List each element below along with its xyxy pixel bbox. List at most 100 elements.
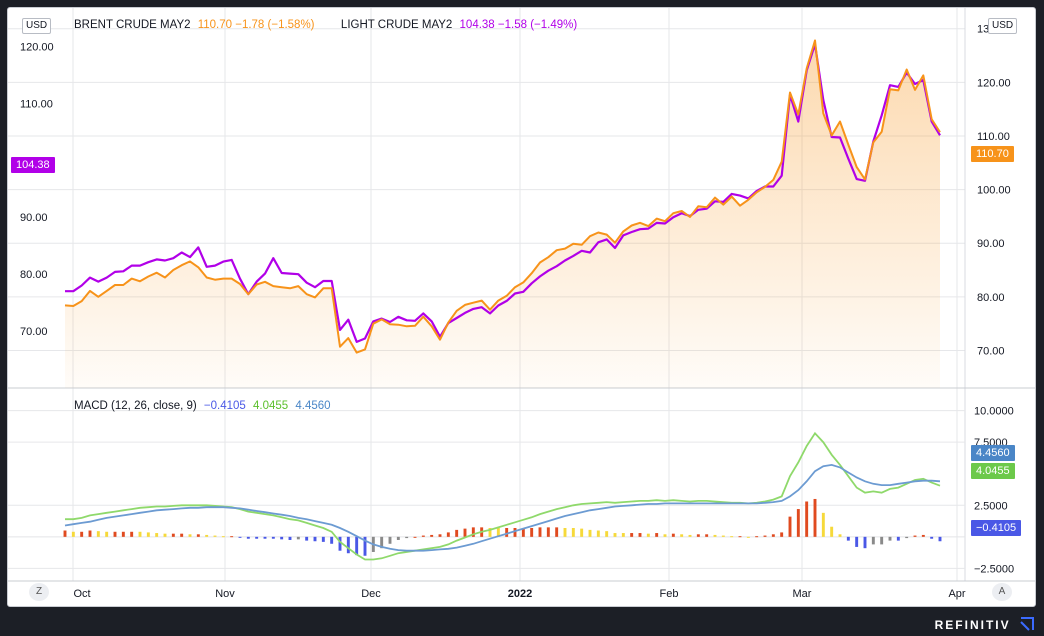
- macd-hist-bar: [738, 536, 742, 538]
- macd-axis-tick: −2.5000: [974, 563, 1014, 575]
- legend-light-values: 104.38 −1.58 (−1.49%): [459, 19, 578, 31]
- macd-axis-tick: 10.0000: [974, 406, 1014, 418]
- macd-hist-bar: [821, 512, 825, 537]
- macd-hist-bar: [413, 536, 417, 538]
- macd-hist-bar: [330, 536, 334, 544]
- macd-hist-bar: [613, 533, 617, 537]
- macd-hist-bar: [246, 536, 250, 539]
- macd-legend-label: MACD (12, 26, close, 9): [74, 400, 197, 412]
- signal-line: [64, 463, 941, 552]
- macd-hist-bar: [463, 528, 467, 537]
- macd-hist-bar: [805, 501, 809, 537]
- macd-hist-bar: [688, 534, 692, 537]
- macd-hist-bar: [71, 531, 75, 537]
- macd-hist-bar: [88, 530, 92, 537]
- macd-hist-bar: [846, 536, 850, 541]
- macd-hist-bar: [388, 536, 392, 544]
- macd-hist-bar: [205, 534, 209, 537]
- x-axis-tick: 2022: [508, 588, 532, 600]
- macd-hist-bar: [180, 533, 184, 537]
- x-axis-tick: Feb: [660, 588, 679, 600]
- macd-hist-bar: [163, 533, 167, 537]
- macd-hist-bar: [455, 529, 459, 537]
- macd-hist-bar: [155, 533, 159, 537]
- macd-hist-bar: [530, 527, 534, 537]
- macd-hist-bar: [255, 536, 259, 539]
- macd-hist-bar: [721, 535, 725, 537]
- macd-hist-bar: [305, 536, 309, 541]
- macd-hist-bar: [113, 531, 117, 537]
- currency-left-label[interactable]: USD: [22, 18, 52, 34]
- macd-hist-bar: [813, 498, 817, 537]
- macd-hist-bar: [546, 527, 550, 537]
- macd-hist-bar: [421, 535, 425, 537]
- legend-light-name: LIGHT CRUDE MAY2: [340, 19, 453, 31]
- macd-hist-bar: [605, 531, 609, 537]
- legend-brent-values: 110.70 −1.78 (−1.58%): [197, 19, 315, 31]
- macd-hist-bar: [938, 536, 942, 542]
- macd-hist-bar: [105, 531, 109, 537]
- macd-hist-bar: [755, 536, 759, 538]
- macd-hist-bar: [63, 530, 67, 537]
- macd-hist-bar: [80, 531, 84, 537]
- right-axis-tick: 70.00: [977, 345, 1005, 357]
- macd-hist-bar: [513, 527, 517, 537]
- macd-hist-bar: [905, 536, 909, 539]
- macd-hist-bar: [555, 527, 559, 537]
- right-axis-tick: 80.00: [977, 292, 1005, 304]
- macd-hist-bar: [830, 526, 834, 537]
- macd-axis-tick: 2.5000: [974, 500, 1008, 512]
- right-axis-tick: 120.00: [977, 77, 1011, 89]
- macd-hist-bar: [921, 534, 925, 537]
- macd-hist-bar: [630, 533, 634, 537]
- macd-legend-v1: −0.4105: [203, 400, 246, 412]
- macd-line: [65, 431, 941, 561]
- chart-frame: 130.00120.00110.00100.0090.0080.0070.001…: [7, 7, 1036, 607]
- auto-scale-button[interactable]: A: [992, 583, 1012, 601]
- macd-hist-bar: [505, 527, 509, 537]
- macd-hist-bar: [313, 536, 317, 542]
- macd-hist-bar: [96, 531, 100, 537]
- zoom-button[interactable]: Z: [29, 583, 49, 601]
- brand-logo: REFINITIV: [935, 617, 1034, 632]
- brand-icon: [1020, 617, 1034, 631]
- macd-hist-bar: [880, 536, 884, 545]
- macd-hist-bar: [321, 536, 325, 542]
- macd-hist-bar: [780, 532, 784, 537]
- macd-hist-bar: [296, 536, 300, 540]
- left-axis-tick: 110.00: [20, 98, 53, 110]
- macd-hist-bar: [638, 533, 642, 537]
- macd-hist-bar: [713, 534, 717, 537]
- left-axis-tick: 70.00: [20, 326, 48, 338]
- macd-hist-bar: [188, 534, 192, 537]
- macd-hist-bar: [538, 527, 542, 537]
- macd-hist-bar: [396, 536, 400, 540]
- right-axis-tick: 110.00: [977, 131, 1010, 143]
- macd-hist-bar: [438, 534, 442, 537]
- right-price-tag: 110.70: [971, 146, 1014, 162]
- macd-hist-bar: [730, 536, 734, 538]
- macd-hist-bar: [138, 531, 142, 537]
- macd-hist-bar: [646, 533, 650, 537]
- macd-hist-bar: [121, 531, 125, 537]
- macd-hist-bar: [238, 536, 242, 538]
- left-axis-tick: 120.00: [20, 41, 54, 53]
- macd-hist-bar: [263, 536, 267, 539]
- left-axis-tick: 90.00: [20, 212, 48, 224]
- macd-hist-bar: [130, 531, 134, 537]
- macd-hist-tag: −0.4105: [971, 520, 1022, 536]
- macd-line-tag: 4.0455: [971, 463, 1015, 479]
- macd-hist-bar: [288, 536, 292, 540]
- brent-area: [65, 40, 940, 389]
- macd-hist-bar: [671, 533, 675, 537]
- macd-hist-bar: [271, 536, 275, 539]
- currency-right-label[interactable]: USD: [988, 18, 1018, 34]
- macd-hist-bar: [871, 536, 875, 545]
- macd-hist-bar: [796, 509, 800, 537]
- macd-hist-bar: [196, 534, 200, 537]
- macd-hist-bar: [355, 536, 359, 556]
- macd-hist-bar: [771, 534, 775, 537]
- chart-canvas[interactable]: 130.00120.00110.00100.0090.0080.0070.001…: [8, 8, 1035, 606]
- macd-hist-bar: [405, 536, 409, 539]
- left-axis-tick: 80.00: [20, 269, 48, 281]
